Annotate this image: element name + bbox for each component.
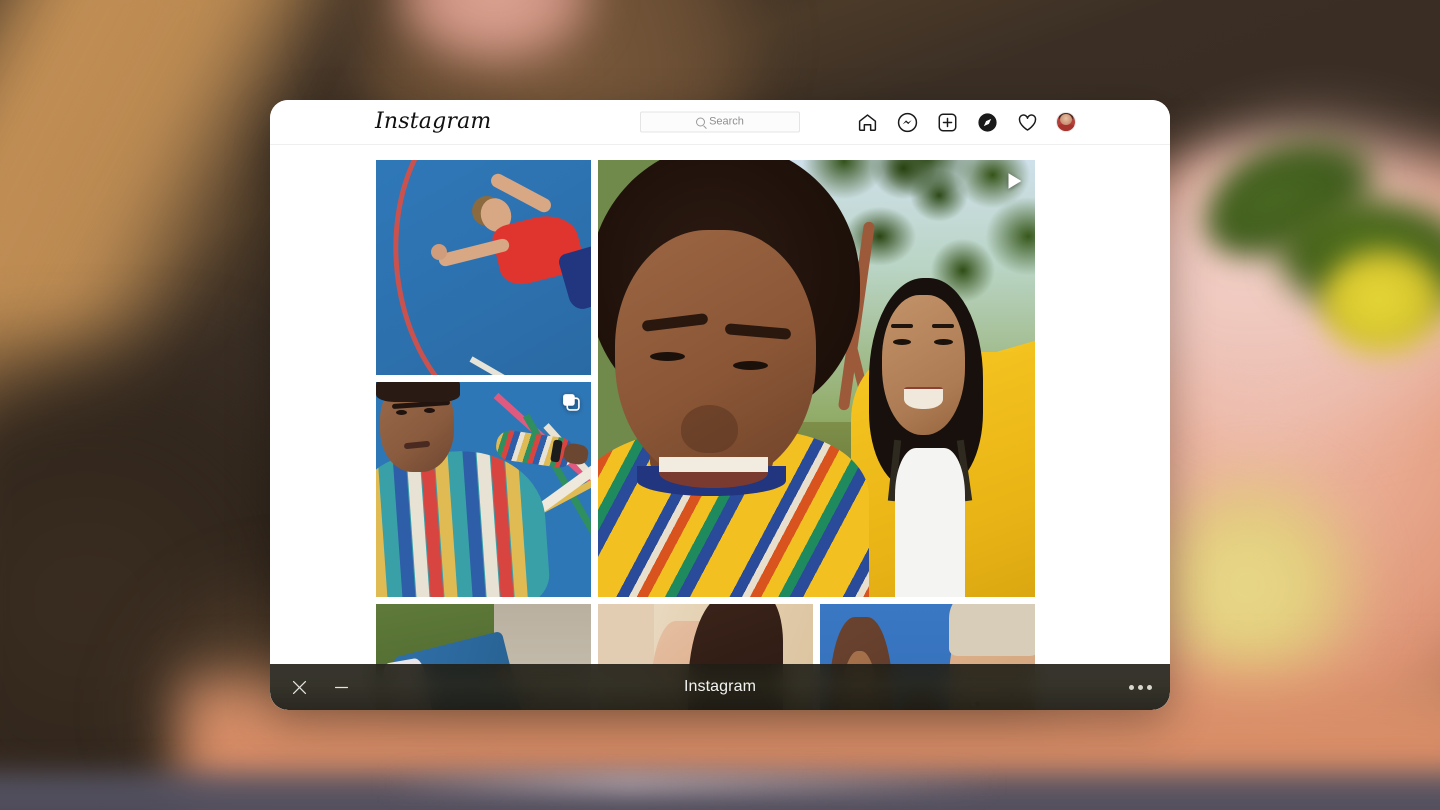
- feed-container[interactable]: [270, 145, 1170, 710]
- person-hand: [431, 244, 447, 260]
- profile-avatar[interactable]: [1056, 112, 1076, 132]
- post-tile[interactable]: [376, 382, 591, 597]
- window-title: Instagram: [270, 678, 1170, 696]
- background-bottom-highlight: [380, 770, 1000, 796]
- subject-eye-left: [396, 410, 407, 415]
- post-image-court: [376, 160, 591, 375]
- subject-hair: [376, 382, 460, 402]
- avatar-face: [1060, 114, 1072, 125]
- friend-smile: [904, 387, 943, 409]
- post-tile-featured[interactable]: [598, 160, 1035, 597]
- carousel-icon: [561, 392, 581, 412]
- subject-teeth: [659, 457, 768, 472]
- app-header: Instagram Search: [270, 100, 1170, 145]
- friend-brow-right: [932, 324, 954, 328]
- minimize-button[interactable]: [324, 670, 358, 704]
- activity-heart-icon[interactable]: [1016, 111, 1038, 133]
- explore-compass-icon[interactable]: [976, 111, 998, 133]
- post-image-selfie: [598, 160, 1035, 597]
- more-dots-icon: [1129, 685, 1152, 690]
- group-hat: [949, 604, 1035, 656]
- instagram-app-window[interactable]: Instagram Search: [270, 100, 1170, 710]
- window-controls: [282, 670, 358, 704]
- header-nav: [856, 111, 1076, 133]
- video-play-icon: [1003, 170, 1025, 192]
- post-tile[interactable]: [376, 160, 591, 375]
- search-placeholder: Search: [709, 117, 744, 128]
- messenger-icon[interactable]: [896, 111, 918, 133]
- close-button[interactable]: [282, 670, 316, 704]
- subject-nose: [681, 405, 738, 453]
- background-yellow-fruit: [1320, 250, 1440, 360]
- search-input[interactable]: Search: [640, 112, 800, 133]
- new-post-icon[interactable]: [936, 111, 958, 133]
- subject-smile: [659, 457, 768, 488]
- avatar-body: [1057, 124, 1075, 131]
- subject-mouth: [404, 441, 430, 450]
- friend-brow-left: [891, 324, 913, 328]
- subject-eye-right: [424, 408, 435, 413]
- friend-face: [882, 295, 965, 435]
- window-taskbar: Instagram: [270, 664, 1170, 710]
- friend-white-shirt: [895, 448, 965, 597]
- more-options-button[interactable]: [1129, 685, 1152, 690]
- home-icon[interactable]: [856, 111, 878, 133]
- search-icon: [696, 118, 705, 127]
- post-image-striped: [376, 382, 591, 597]
- post-grid: [376, 160, 1063, 710]
- instagram-logo[interactable]: Instagram: [375, 111, 491, 133]
